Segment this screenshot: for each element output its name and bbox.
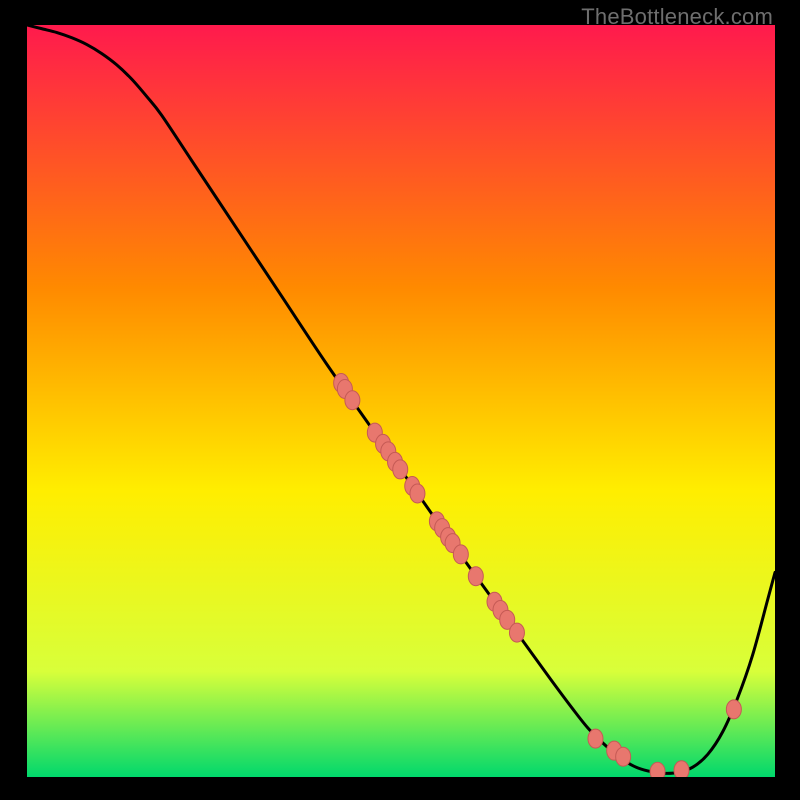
data-dot: [410, 484, 425, 503]
plot-area: [27, 25, 775, 777]
chart-frame: TheBottleneck.com: [0, 0, 800, 800]
data-dot: [674, 761, 689, 777]
data-dot: [726, 700, 741, 719]
gradient-background: [27, 25, 775, 777]
watermark-text: TheBottleneck.com: [581, 4, 773, 30]
data-dot: [509, 623, 524, 642]
data-dot: [588, 729, 603, 748]
data-dot: [453, 545, 468, 564]
plot-svg: [27, 25, 775, 777]
data-dot: [650, 762, 665, 777]
data-dot: [345, 391, 360, 410]
data-dot: [393, 460, 408, 479]
data-dot: [616, 747, 631, 766]
data-dot: [468, 567, 483, 586]
